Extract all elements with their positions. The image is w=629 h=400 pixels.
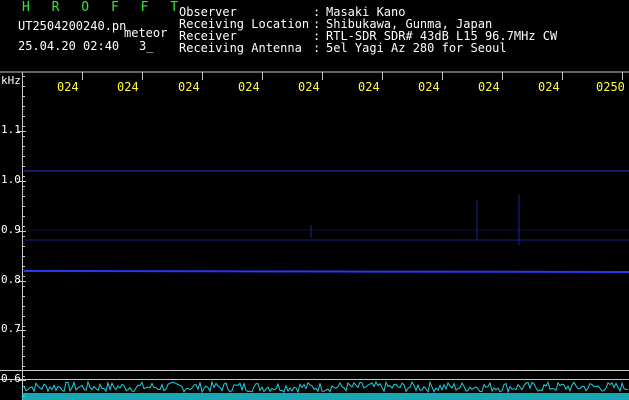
time-tick-label: 024 — [298, 80, 320, 94]
time-tick-label: 024 — [538, 80, 560, 94]
observation-index: 3_ — [139, 39, 154, 53]
y-tick-label: 0.9 — [1, 223, 21, 236]
x-axis-ticks — [82, 72, 623, 80]
file-name: UT2504200240.pn — [18, 19, 127, 33]
antenna-value: 5el Yagi Az 280 for Seoul — [326, 41, 507, 55]
time-tick-label: 024 — [117, 80, 139, 94]
time-tick-label: 024 — [418, 80, 440, 94]
y-tick-label: 0.7 — [1, 322, 21, 335]
separator: : — [313, 41, 321, 55]
noise-floor-fill — [22, 393, 629, 400]
noise-floor-trace — [21, 380, 629, 400]
noise-floor-line — [21, 380, 629, 394]
plot-frame — [0, 71, 629, 400]
observation-datetime: 25.04.20 02:40 — [18, 39, 120, 53]
time-tick-label: 024 — [57, 80, 79, 94]
time-tick-label: 024 — [478, 80, 500, 94]
y-tick-label: 0.6 — [1, 372, 21, 385]
y-axis-unit: kHz — [1, 74, 21, 87]
time-tick-label: 0250 — [596, 80, 625, 94]
y-tick-label: 0.8 — [1, 273, 21, 286]
spectrogram — [0, 71, 629, 400]
signal-traces — [23, 170, 629, 273]
y-tick-label: 1.1 — [1, 123, 21, 136]
time-tick-label: 024 — [178, 80, 200, 94]
y-tick-label: 1.0 — [1, 173, 21, 186]
time-tick-label: 024 — [238, 80, 260, 94]
signal-line-0-82khz — [23, 270, 629, 273]
observation-type: meteor — [124, 26, 168, 40]
antenna-label: Receiving Antenna — [179, 41, 302, 55]
brand-title: H R O F F T — [22, 0, 186, 15]
time-tick-label: 024 — [358, 80, 380, 94]
